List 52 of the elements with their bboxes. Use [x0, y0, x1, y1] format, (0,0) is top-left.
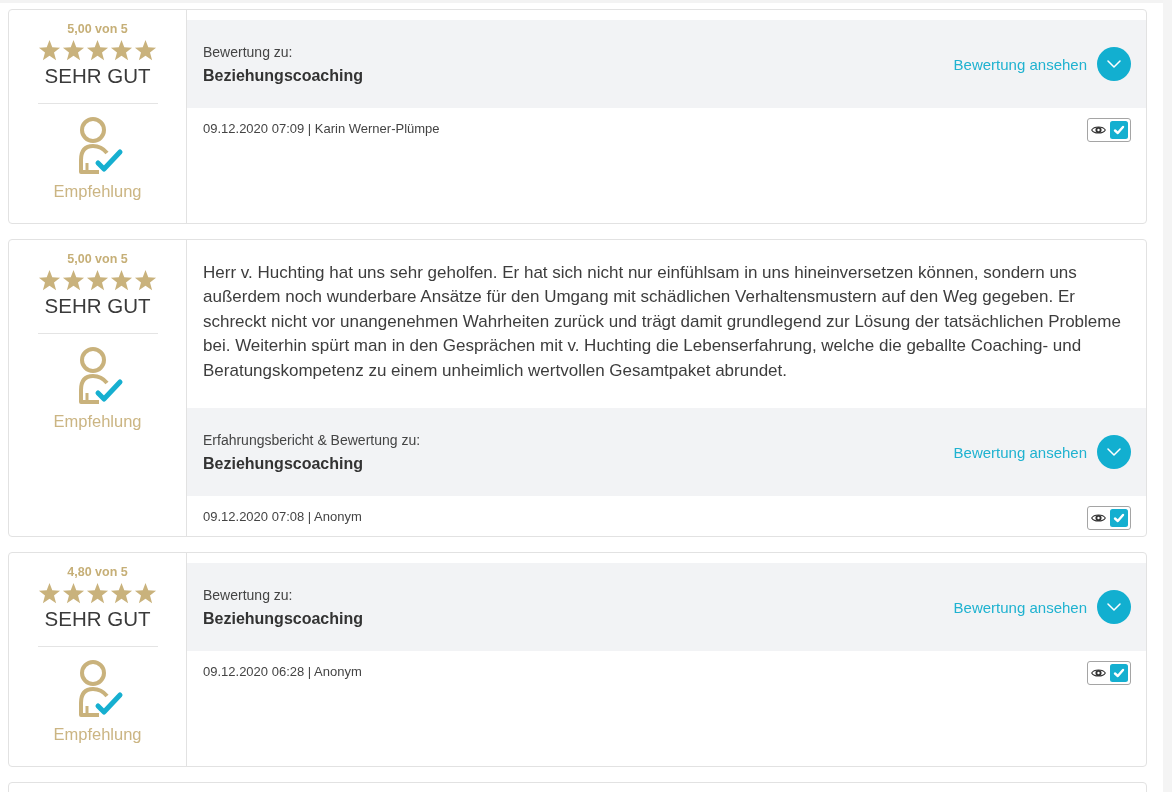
star-icon: [38, 269, 61, 291]
star-icon: [62, 269, 85, 291]
star-icon: [110, 269, 133, 291]
checkbox[interactable]: [1110, 509, 1128, 528]
review-meta: 09.12.2020 07:09 | Karin Werner-Plümpe: [203, 121, 440, 137]
visibility-toggle[interactable]: [1087, 661, 1131, 686]
view-review-link[interactable]: Bewertung ansehen: [953, 598, 1087, 616]
recommendation-label: Empfehlung: [53, 411, 142, 431]
visibility-toggle[interactable]: [1087, 506, 1131, 531]
subject-title: Beziehungscoaching: [203, 608, 364, 629]
view-review-link[interactable]: Bewertung ansehen: [953, 443, 1087, 461]
rating-grade: SEHR GUT: [44, 606, 151, 633]
star-icon: [62, 39, 85, 61]
review-meta: 09.12.2020 07:08 | Anonym: [203, 509, 362, 526]
eye-icon: [1091, 125, 1106, 135]
chevron-down-icon: [1107, 603, 1121, 612]
star-icon: [62, 582, 85, 605]
star-icon: [86, 39, 109, 61]
star-icon: [110, 39, 133, 61]
star-icon: [86, 269, 109, 291]
star-icon: [86, 582, 109, 605]
star-icon: [38, 582, 61, 605]
recommendation-label: Empfehlung: [53, 181, 142, 201]
visibility-toggle[interactable]: [1087, 118, 1131, 142]
recommendation-label: Empfehlung: [53, 724, 142, 745]
expand-button[interactable]: [1097, 435, 1131, 470]
rating-grade: SEHR GUT: [44, 63, 151, 89]
checkbox[interactable]: [1110, 664, 1128, 683]
header-label: Bewertung zu:: [203, 42, 294, 62]
view-review-link[interactable]: Bewertung ansehen: [953, 55, 1087, 73]
rating-score: 5,00 von 5: [67, 252, 128, 267]
star-icon: [38, 39, 61, 61]
subject-title: Beziehungscoaching: [203, 65, 364, 86]
star-icon: [134, 582, 157, 605]
expand-button[interactable]: [1097, 590, 1131, 625]
review-text: Herr v. Huchting hat uns sehr geholfen. Er hat sich nicht nur einfühlsam in uns hineinversetzen können, sondern uns außerdem noch wunderbare Ansätze für den Umgang mit schädlichen Verhaltensmustern auf den Weg gegeben. Er schreckt nicht vor unangenehmen Wahrheiten zurück und trägt damit grundlegend zur Lösung der tatsächlichen Probleme bei. Weiterhin spürt man in den Gesprächen mit v. Huchting die Lebenserfahrung, welche die geballte Coaching- und Beratungskompetenz zu einem unheimlich wertvollen Gesamtpaket abrundet.: [203, 262, 1122, 382]
rating-score: 5,00 von 5: [67, 22, 128, 37]
rating-grade: SEHR GUT: [44, 293, 151, 319]
expand-button[interactable]: [1097, 47, 1131, 81]
eye-icon: [1091, 513, 1106, 524]
subject-title: Beziehungscoaching: [203, 453, 365, 474]
eye-icon: [1091, 668, 1106, 679]
chevron-down-icon: [1107, 448, 1121, 457]
chevron-down-icon: [1107, 60, 1121, 68]
checkbox[interactable]: [1110, 121, 1128, 139]
header-label: Bewertung zu:: [203, 585, 294, 605]
star-icon: [134, 39, 157, 61]
star-icon: [110, 582, 133, 605]
star-icon: [134, 269, 157, 291]
review-meta: 09.12.2020 06:28 | Anonym: [203, 664, 362, 681]
header-label: Erfahrungsbericht & Bewertung zu:: [203, 430, 421, 450]
rating-score: 4,80 von 5: [67, 565, 128, 581]
